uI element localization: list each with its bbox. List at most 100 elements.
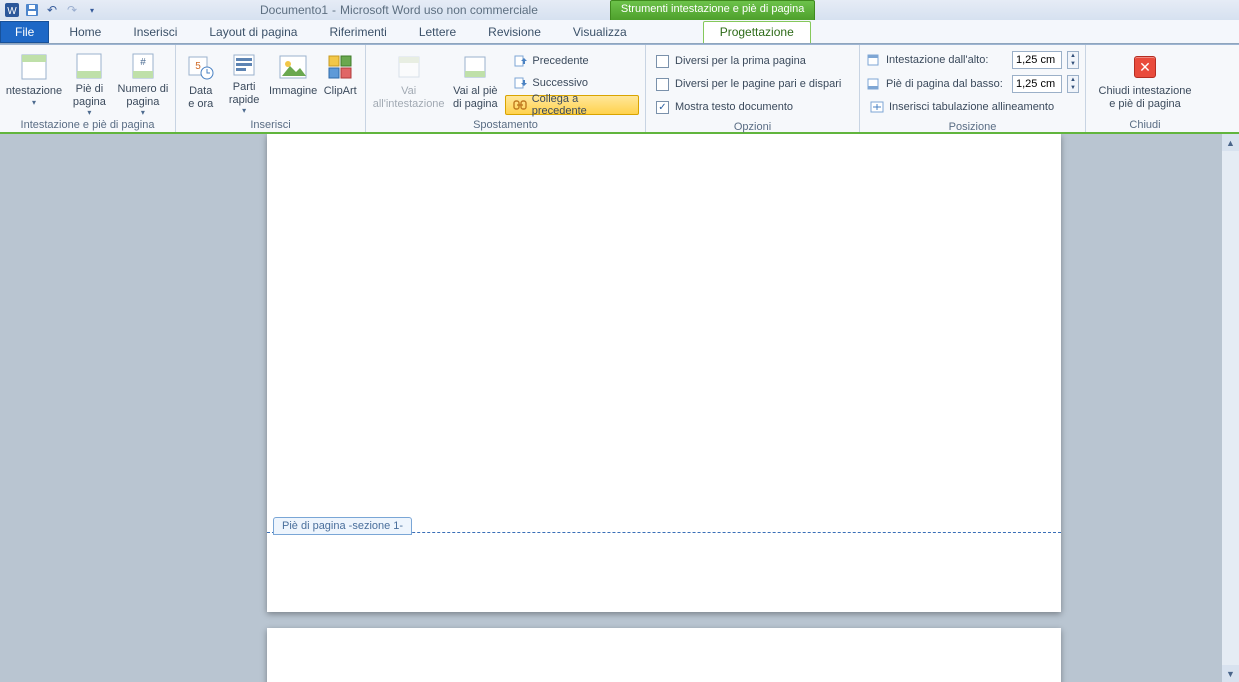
close-header-footer-button[interactable]: ✕ Chiudi intestazione e piè di pagina <box>1093 49 1197 115</box>
link-to-previous-button[interactable]: Collega a precedente <box>505 95 639 115</box>
group-insert: 5 Data e ora Parti rapide▾ Immagine Clip… <box>176 45 366 132</box>
footer-from-bottom-row: Piè di pagina dal basso: ▲▼ <box>866 73 1079 95</box>
footer-bottom-label: Piè di pagina dal basso: <box>886 78 1006 90</box>
header-from-top-row: Intestazione dall'alto: ▲▼ <box>866 49 1079 71</box>
page-number-icon: # <box>127 51 159 81</box>
footer-icon <box>73 51 105 81</box>
title-bar: W ↶ ↷ ▾ Documento1 - Microsoft Word uso … <box>0 0 1239 20</box>
header-button[interactable]: ntestazione▾ <box>6 49 62 115</box>
alignment-tab-icon <box>869 99 885 115</box>
clipart-icon <box>324 51 356 83</box>
diff-oddeven-label: Diversi per le pagine pari e dispari <box>675 78 841 90</box>
group-header-footer: ntestazione▾ Piè di pagina▾ # Numero di … <box>0 45 176 132</box>
tab-view[interactable]: Visualizza <box>557 21 643 43</box>
header-top-label: Intestazione dall'alto: <box>886 54 1006 66</box>
tab-mailings[interactable]: Lettere <box>403 21 472 43</box>
tab-home[interactable]: Home <box>53 21 117 43</box>
group-options: Diversi per la prima pagina Diversi per … <box>646 45 860 132</box>
scroll-up-icon[interactable]: ▲ <box>1222 134 1239 151</box>
group-navigation: Vai all'intestazione Vai al piè di pagin… <box>366 45 646 132</box>
footer-section-1-tag: Piè di pagina -sezione 1- <box>273 517 412 535</box>
app-name: Microsoft Word uso non commerciale <box>340 3 538 17</box>
checkbox-icon <box>656 55 669 68</box>
align-tab-label: Inserisci tabulazione allineamento <box>889 101 1054 113</box>
tab-insert[interactable]: Inserisci <box>117 21 193 43</box>
show-document-text-checkbox[interactable]: ✓ Mostra testo documento <box>652 97 853 117</box>
footer-from-bottom-input[interactable] <box>1012 75 1062 93</box>
scroll-down-icon[interactable]: ▼ <box>1222 665 1239 682</box>
header-position-icon <box>866 53 880 67</box>
different-first-page-checkbox[interactable]: Diversi per la prima pagina <box>652 51 853 71</box>
link-to-previous-label: Collega a precedente <box>532 93 632 117</box>
tab-page-layout[interactable]: Layout di pagina <box>193 21 313 43</box>
svg-text:#: # <box>140 57 146 68</box>
date-time-label: Data e ora <box>188 85 213 110</box>
undo-icon[interactable]: ↶ <box>44 2 60 18</box>
window-title: Documento1 - Microsoft Word uso non comm… <box>260 3 538 17</box>
contextual-tab-header-footer-tools: Strumenti intestazione e piè di pagina <box>610 0 815 20</box>
ribbon-tabs: File Home Inserisci Layout di pagina Rif… <box>0 20 1239 44</box>
quick-parts-button[interactable]: Parti rapide▾ <box>224 49 265 115</box>
page-number-button[interactable]: # Numero di pagina▾ <box>117 49 169 115</box>
header-top-spinner[interactable]: ▲▼ <box>1067 51 1079 69</box>
word-app-icon[interactable]: W <box>4 2 20 18</box>
close-icon: ✕ <box>1129 51 1161 83</box>
image-icon <box>277 51 309 83</box>
date-time-button[interactable]: 5 Data e ora <box>182 49 220 115</box>
group-label-close: Chiudi <box>1086 119 1204 134</box>
document-workspace[interactable]: Piè di pagina -sezione 1- Intestazione -… <box>0 134 1239 682</box>
page-1[interactable]: Piè di pagina -sezione 1- <box>267 134 1061 612</box>
footer-label: Piè di pagina <box>73 83 106 108</box>
go-to-header-icon <box>393 51 425 83</box>
ribbon: ntestazione▾ Piè di pagina▾ # Numero di … <box>0 44 1239 134</box>
arrow-up-icon <box>512 53 528 69</box>
footer-position-icon <box>866 77 880 91</box>
previous-label: Precedente <box>532 55 588 67</box>
diff-first-label: Diversi per la prima pagina <box>675 55 806 67</box>
tab-design[interactable]: Progettazione <box>703 21 811 43</box>
image-label: Immagine <box>269 85 317 98</box>
group-label-nav: Spostamento <box>366 119 645 134</box>
header-icon <box>18 51 50 83</box>
quick-parts-icon <box>228 51 260 79</box>
tab-file[interactable]: File <box>0 21 49 43</box>
previous-section-button[interactable]: Precedente <box>505 51 639 71</box>
next-section-button[interactable]: Successivo <box>505 73 639 93</box>
svg-text:5: 5 <box>195 61 201 72</box>
header-label: ntestazione <box>6 85 62 98</box>
vertical-scrollbar[interactable]: ▲ ▼ <box>1222 134 1239 682</box>
tab-references[interactable]: Riferimenti <box>313 21 402 43</box>
header-from-top-input[interactable] <box>1012 51 1062 69</box>
tab-review[interactable]: Revisione <box>472 21 557 43</box>
clipart-label: ClipArt <box>324 85 357 98</box>
image-button[interactable]: Immagine <box>269 49 318 115</box>
checkbox-checked-icon: ✓ <box>656 101 669 114</box>
footer-button[interactable]: Piè di pagina▾ <box>66 49 113 115</box>
arrow-down-icon <box>512 75 528 91</box>
page-2[interactable]: Intestazione -sezione 2- Come sezione pr… <box>267 628 1061 682</box>
group-label-insert: Inserisci <box>176 119 365 134</box>
group-label-hf: Intestazione e piè di pagina <box>0 119 175 134</box>
insert-alignment-tab-button[interactable]: Inserisci tabulazione allineamento <box>866 97 1079 117</box>
next-label: Successivo <box>532 77 588 89</box>
page-number-label: Numero di pagina <box>118 83 169 108</box>
different-odd-even-checkbox[interactable]: Diversi per le pagine pari e dispari <box>652 74 853 94</box>
group-position: Intestazione dall'alto: ▲▼ Piè di pagina… <box>860 45 1086 132</box>
svg-text:W: W <box>7 6 17 17</box>
group-close: ✕ Chiudi intestazione e piè di pagina Ch… <box>1086 45 1204 132</box>
go-to-footer-label: Vai al piè di pagina <box>453 85 498 110</box>
go-to-footer-button[interactable]: Vai al piè di pagina <box>449 49 501 115</box>
go-to-header-label: Vai all'intestazione <box>373 85 445 110</box>
title-sep: - <box>332 3 336 17</box>
go-to-footer-icon <box>459 51 491 83</box>
footer-bottom-spinner[interactable]: ▲▼ <box>1067 75 1079 93</box>
go-to-header-button: Vai all'intestazione <box>372 49 445 115</box>
qat-customize-icon[interactable]: ▾ <box>84 2 100 18</box>
show-doc-label: Mostra testo documento <box>675 101 793 113</box>
save-icon[interactable] <box>24 2 40 18</box>
checkbox-icon <box>656 78 669 91</box>
redo-icon[interactable]: ↷ <box>64 2 80 18</box>
clipart-button[interactable]: ClipArt <box>322 49 360 115</box>
link-icon <box>512 97 527 113</box>
date-time-icon: 5 <box>185 51 217 83</box>
